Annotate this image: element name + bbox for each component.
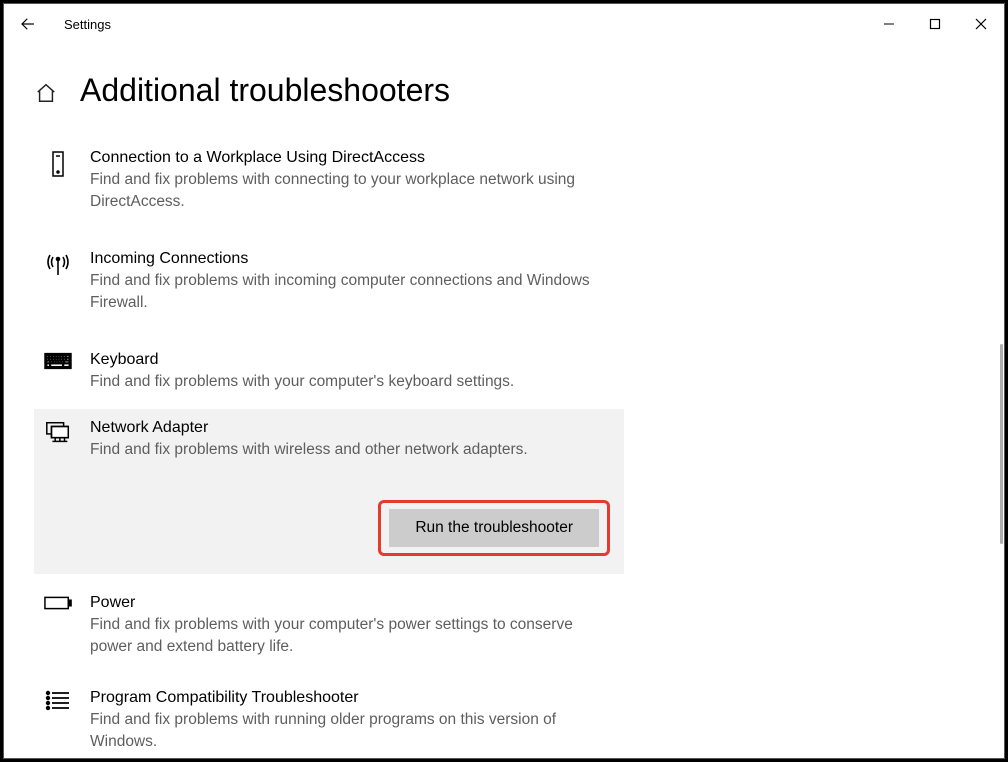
ts-desc: Find and fix problems with your computer…	[90, 614, 614, 659]
ts-title: Incoming Connections	[90, 250, 614, 268]
back-button[interactable]	[4, 4, 52, 44]
antenna-icon	[44, 250, 72, 315]
troubleshooter-list: Connection to a Workplace Using DirectAc…	[34, 139, 624, 758]
troubleshooter-program-compatibility[interactable]: Program Compatibility Troubleshooter Fin…	[34, 679, 624, 758]
ts-title: Connection to a Workplace Using DirectAc…	[90, 149, 614, 167]
scrollbar[interactable]	[1000, 344, 1003, 544]
run-troubleshooter-button[interactable]: Run the troubleshooter	[389, 509, 599, 547]
troubleshooter-keyboard[interactable]: Keyboard Find and fix problems with your…	[34, 341, 624, 403]
troubleshooter-power[interactable]: Power Find and fix problems with your co…	[34, 584, 624, 669]
network-adapter-icon	[44, 419, 72, 461]
ts-desc: Find and fix problems with incoming comp…	[90, 270, 614, 315]
close-icon	[975, 18, 987, 30]
troubleshooter-incoming-connections[interactable]: Incoming Connections Find and fix proble…	[34, 240, 624, 325]
minimize-button[interactable]	[866, 6, 912, 42]
ts-desc: Find and fix problems with running older…	[90, 709, 614, 754]
ts-desc: Find and fix problems with your computer…	[90, 371, 614, 393]
troubleshooter-network-adapter[interactable]: Network Adapter Find and fix problems wi…	[34, 409, 624, 573]
window-controls	[866, 6, 1004, 42]
settings-window: Settings Additional tr	[3, 3, 1005, 759]
minimize-icon	[883, 18, 895, 30]
troubleshooter-directaccess[interactable]: Connection to a Workplace Using DirectAc…	[34, 139, 624, 224]
titlebar: Settings	[4, 4, 1004, 44]
ts-title: Keyboard	[90, 351, 614, 369]
back-arrow-icon	[19, 15, 37, 33]
highlight-annotation: Run the troubleshooter	[378, 500, 610, 556]
page-header: Additional troubleshooters	[34, 72, 974, 109]
maximize-button[interactable]	[912, 6, 958, 42]
list-icon	[44, 689, 72, 754]
ts-desc: Find and fix problems with wireless and …	[90, 439, 614, 461]
app-title: Settings	[52, 17, 111, 32]
maximize-icon	[929, 18, 941, 30]
close-button[interactable]	[958, 6, 1004, 42]
home-button[interactable]	[34, 81, 58, 105]
home-icon	[35, 82, 57, 104]
ts-desc: Find and fix problems with connecting to…	[90, 169, 614, 214]
ts-title: Network Adapter	[90, 419, 614, 437]
content-area: Additional troubleshooters Connection to…	[4, 44, 1004, 758]
keyboard-icon	[44, 351, 72, 393]
tower-icon	[44, 149, 72, 214]
page-title: Additional troubleshooters	[80, 72, 450, 109]
ts-title: Program Compatibility Troubleshooter	[90, 689, 614, 707]
battery-icon	[44, 594, 72, 659]
ts-title: Power	[90, 594, 614, 612]
